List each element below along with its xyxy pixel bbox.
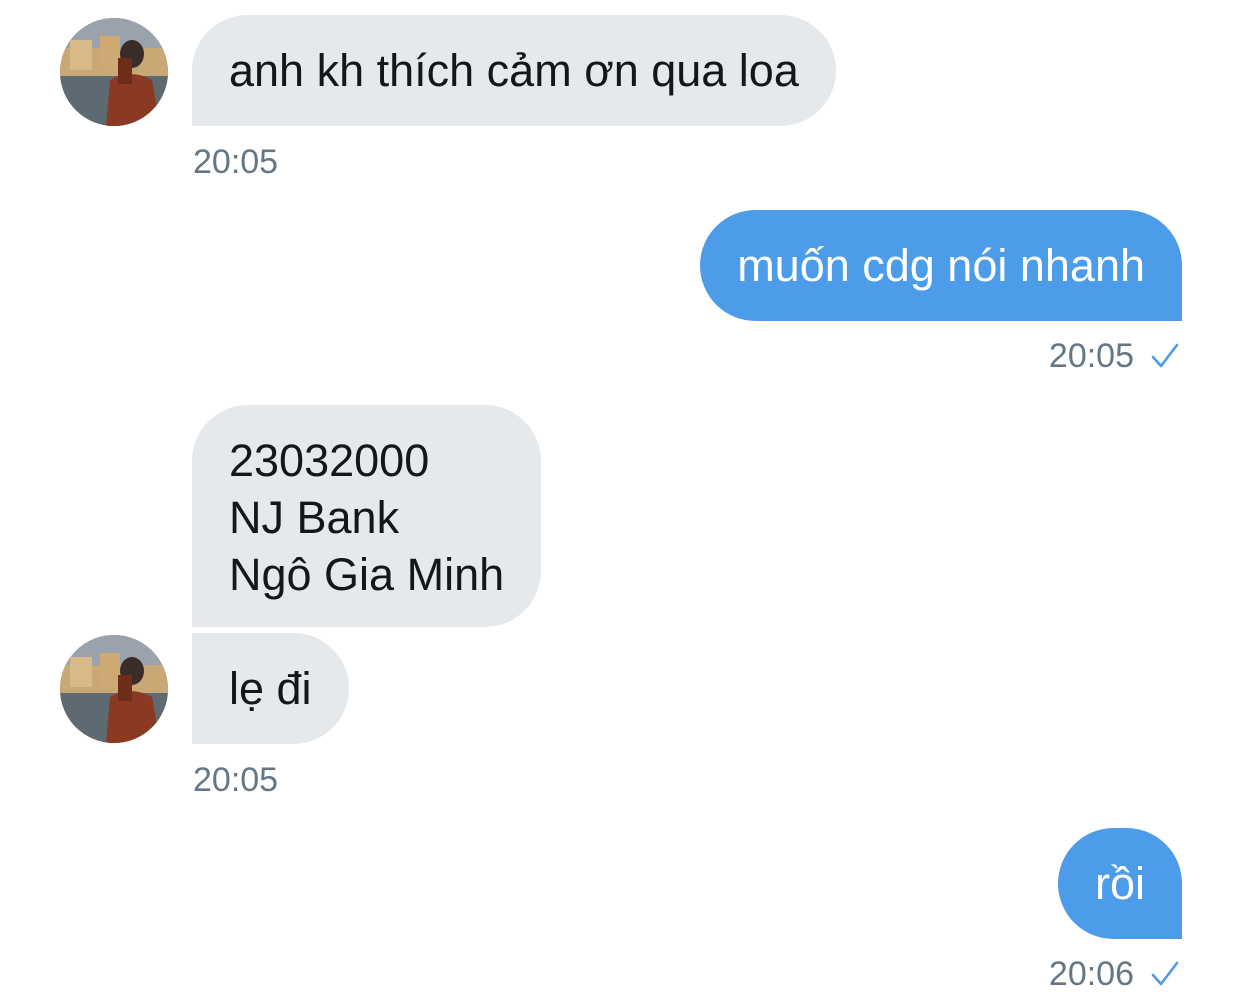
- message-text: muốn cdg nói nhanh: [737, 240, 1145, 291]
- message-text: rồi: [1094, 858, 1145, 909]
- message-bubble-outgoing[interactable]: rồi: [1057, 828, 1182, 939]
- conversation-thread: anh kh thích cảm ơn qua loa 20:05 muốn c…: [0, 0, 1242, 992]
- message-text-line: Ngô Gia Minh: [229, 549, 505, 600]
- message-meta: 20:06: [1049, 954, 1180, 992]
- message-timestamp: 20:05: [1048, 337, 1134, 375]
- avatar-photo-icon: [60, 18, 168, 126]
- message-bubble-incoming[interactable]: 23032000 NJ Bank Ngô Gia Minh: [192, 405, 542, 627]
- message-timestamp: 20:05: [193, 761, 279, 799]
- message-text: lẹ đi: [229, 663, 312, 714]
- message-text-line: NJ Bank: [229, 492, 400, 543]
- message-bubble-incoming[interactable]: anh kh thích cảm ơn qua loa: [192, 15, 836, 126]
- user-avatar[interactable]: [60, 18, 168, 126]
- check-icon: [1151, 343, 1179, 368]
- message-text: anh kh thích cảm ơn qua loa: [229, 45, 799, 96]
- message-timestamp: 20:06: [1048, 955, 1134, 992]
- message-text-line: 23032000: [229, 435, 430, 486]
- message-bubble-incoming[interactable]: lẹ đi: [192, 633, 349, 744]
- avatar-photo-icon: [60, 635, 168, 743]
- message-bubble-outgoing[interactable]: muốn cdg nói nhanh: [700, 210, 1182, 321]
- message-meta: 20:05: [1049, 336, 1180, 376]
- user-avatar[interactable]: [60, 635, 168, 743]
- message-timestamp: 20:05: [193, 143, 279, 181]
- check-icon: [1151, 961, 1179, 986]
